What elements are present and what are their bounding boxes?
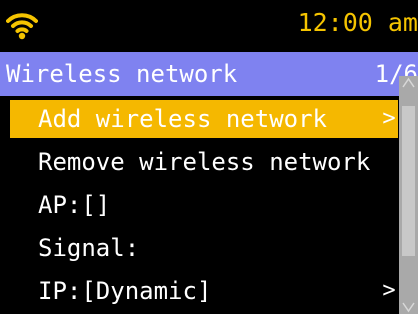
wifi-icon [6,13,38,40]
menu-item-add-wireless-network[interactable]: Add wireless network > [10,100,398,138]
scroll-up-arrow-icon[interactable] [401,76,416,91]
scroll-down-arrow-icon[interactable] [401,299,416,314]
scroll-thumb[interactable] [402,106,415,256]
menu-item-label: Remove wireless network [38,148,371,176]
chevron-right-icon: > [382,106,396,131]
menu-item-label: Add wireless network [38,105,327,133]
menu-item-signal[interactable]: Signal: [10,229,398,267]
menu-item-ap[interactable]: AP:[] [10,186,398,224]
menu-item-label: AP:[] [38,191,111,219]
chevron-right-icon: > [382,278,396,303]
title-bar: Wireless network 1/6 [0,52,418,96]
clock: 12:00 am [297,8,418,37]
menu-item-label: Signal: [38,234,140,262]
scrollbar[interactable] [399,76,418,314]
menu-item-label: IP:[Dynamic] [38,277,212,305]
menu-item-remove-wireless-network[interactable]: Remove wireless network [10,143,398,181]
status-bar: 12:00 am [0,0,418,50]
menu-item-ip[interactable]: IP:[Dynamic] > [10,272,398,310]
menu: Add wireless network > Remove wireless n… [0,100,398,314]
page-title: Wireless network [6,60,238,88]
